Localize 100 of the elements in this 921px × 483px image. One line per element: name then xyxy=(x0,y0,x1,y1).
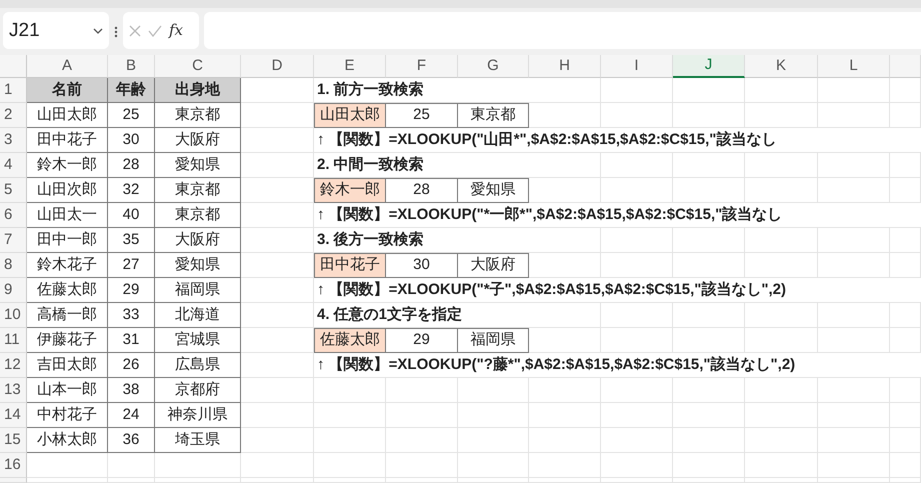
empty-cell[interactable] xyxy=(890,378,921,403)
empty-cell[interactable] xyxy=(241,303,314,328)
empty-cell[interactable] xyxy=(529,378,601,403)
empty-cell[interactable] xyxy=(529,178,601,203)
empty-cell[interactable] xyxy=(529,478,601,483)
empty-cell[interactable] xyxy=(529,428,601,453)
empty-cell[interactable] xyxy=(890,403,921,428)
empty-cell[interactable] xyxy=(673,478,745,483)
enter-icon[interactable] xyxy=(148,24,162,36)
empty-cell[interactable] xyxy=(314,403,386,428)
cancel-icon[interactable] xyxy=(129,24,141,36)
empty-cell[interactable] xyxy=(241,203,314,228)
row-header[interactable]: 1 xyxy=(0,78,27,103)
row-header[interactable]: 12 xyxy=(0,353,27,378)
empty-cell[interactable] xyxy=(458,403,529,428)
empty-cell[interactable] xyxy=(673,253,745,278)
empty-cell[interactable] xyxy=(818,103,890,128)
row-header[interactable]: 11 xyxy=(0,328,27,353)
empty-cell[interactable] xyxy=(818,228,890,253)
empty-cell[interactable] xyxy=(601,378,673,403)
empty-cell[interactable] xyxy=(818,378,890,403)
row-header[interactable]: 16 xyxy=(0,453,27,478)
empty-cell[interactable] xyxy=(745,178,818,203)
column-header[interactable]: D xyxy=(241,55,314,78)
empty-cell[interactable] xyxy=(386,403,458,428)
empty-cell[interactable] xyxy=(314,453,386,478)
empty-cell[interactable] xyxy=(745,78,818,103)
empty-cell[interactable] xyxy=(529,303,601,328)
empty-cell[interactable] xyxy=(818,428,890,453)
empty-cell[interactable] xyxy=(818,303,890,328)
empty-cell[interactable] xyxy=(314,478,386,483)
empty-cell[interactable] xyxy=(601,403,673,428)
column-header[interactable]: L xyxy=(818,55,890,78)
empty-cell[interactable] xyxy=(890,228,921,253)
row-header[interactable]: 7 xyxy=(0,228,27,253)
empty-cell[interactable] xyxy=(745,253,818,278)
empty-cell[interactable] xyxy=(529,153,601,178)
empty-cell[interactable] xyxy=(890,253,921,278)
empty-cell[interactable] xyxy=(241,228,314,253)
function-button[interactable]: fx xyxy=(169,19,184,42)
empty-cell[interactable] xyxy=(601,303,673,328)
empty-cell[interactable] xyxy=(818,178,890,203)
column-header[interactable]: J xyxy=(673,55,745,78)
column-header[interactable]: C xyxy=(155,55,241,78)
row-header[interactable]: 10 xyxy=(0,303,27,328)
empty-cell[interactable] xyxy=(155,478,241,483)
empty-cell[interactable] xyxy=(673,428,745,453)
empty-cell[interactable] xyxy=(241,378,314,403)
row-header[interactable]: 13 xyxy=(0,378,27,403)
empty-cell[interactable] xyxy=(745,328,818,353)
empty-cell[interactable] xyxy=(386,378,458,403)
empty-cell[interactable] xyxy=(818,453,890,478)
empty-cell[interactable] xyxy=(314,428,386,453)
empty-cell[interactable] xyxy=(529,78,601,103)
column-header[interactable]: K xyxy=(745,55,818,78)
empty-cell[interactable] xyxy=(601,453,673,478)
empty-cell[interactable] xyxy=(673,178,745,203)
empty-cell[interactable] xyxy=(818,403,890,428)
empty-cell[interactable] xyxy=(673,378,745,403)
row-header[interactable]: 3 xyxy=(0,128,27,153)
empty-cell[interactable] xyxy=(745,103,818,128)
row-header[interactable]: 6 xyxy=(0,203,27,228)
empty-cell[interactable] xyxy=(818,328,890,353)
empty-cell[interactable] xyxy=(890,478,921,483)
empty-cell[interactable] xyxy=(601,103,673,128)
row-header[interactable]: 2 xyxy=(0,103,27,128)
empty-cell[interactable] xyxy=(673,78,745,103)
column-header[interactable]: E xyxy=(314,55,386,78)
empty-cell[interactable] xyxy=(601,253,673,278)
empty-cell[interactable] xyxy=(745,378,818,403)
empty-cell[interactable] xyxy=(241,478,314,483)
empty-cell[interactable] xyxy=(673,103,745,128)
dropdown-icon[interactable] xyxy=(93,28,103,34)
row-header[interactable]: 14 xyxy=(0,403,27,428)
empty-cell[interactable] xyxy=(241,403,314,428)
column-header[interactable]: I xyxy=(601,55,673,78)
empty-cell[interactable] xyxy=(745,303,818,328)
empty-cell[interactable] xyxy=(601,478,673,483)
empty-cell[interactable] xyxy=(108,478,155,483)
row-header[interactable] xyxy=(0,478,27,483)
empty-cell[interactable] xyxy=(601,178,673,203)
empty-cell[interactable] xyxy=(458,428,529,453)
empty-cell[interactable] xyxy=(108,453,155,478)
empty-cell[interactable] xyxy=(386,478,458,483)
empty-cell[interactable] xyxy=(601,228,673,253)
empty-cell[interactable] xyxy=(241,153,314,178)
column-header[interactable]: F xyxy=(386,55,458,78)
empty-cell[interactable] xyxy=(890,303,921,328)
select-all-button[interactable] xyxy=(0,55,27,78)
empty-cell[interactable] xyxy=(155,453,241,478)
column-header[interactable]: G xyxy=(458,55,529,78)
empty-cell[interactable] xyxy=(529,103,601,128)
empty-cell[interactable] xyxy=(529,403,601,428)
empty-cell[interactable] xyxy=(745,453,818,478)
empty-cell[interactable] xyxy=(458,453,529,478)
empty-cell[interactable] xyxy=(890,328,921,353)
empty-cell[interactable] xyxy=(673,403,745,428)
empty-cell[interactable] xyxy=(241,453,314,478)
empty-cell[interactable] xyxy=(314,378,386,403)
row-header[interactable]: 5 xyxy=(0,178,27,203)
